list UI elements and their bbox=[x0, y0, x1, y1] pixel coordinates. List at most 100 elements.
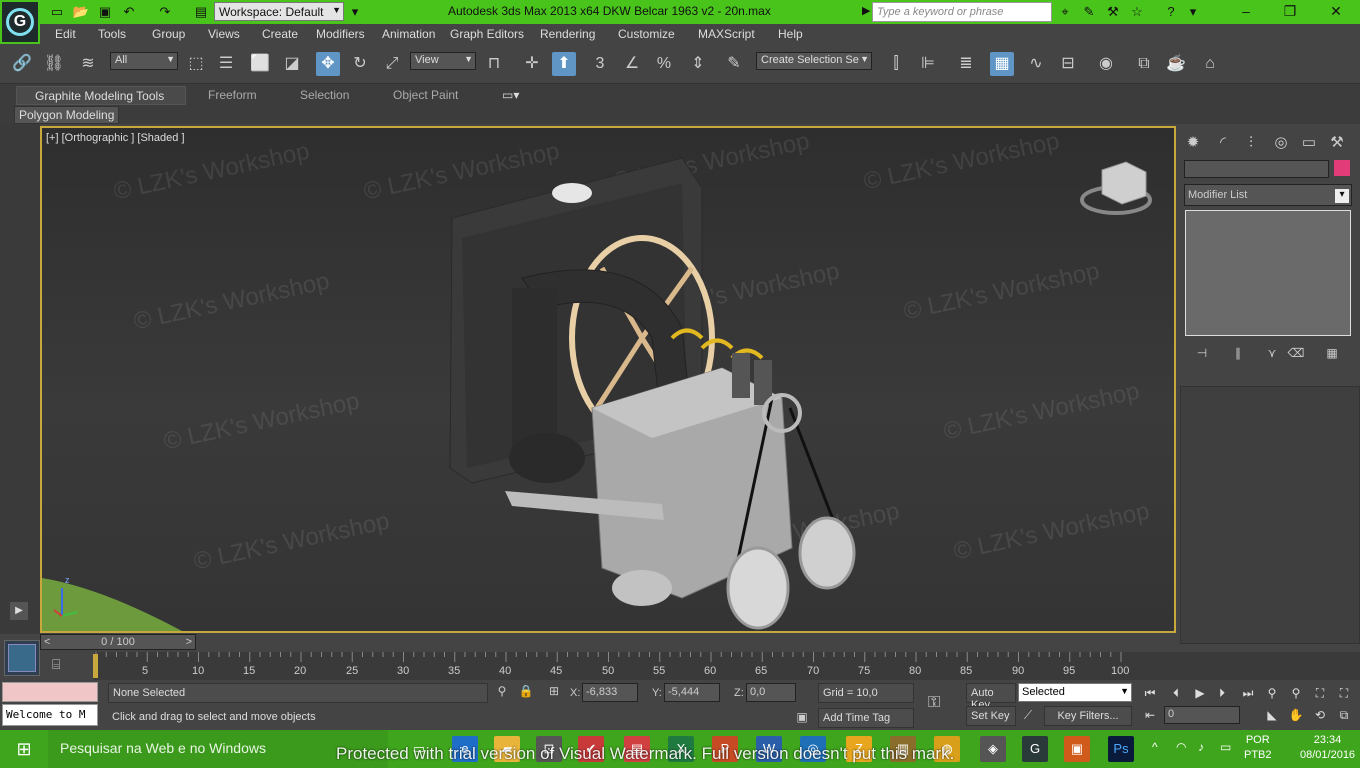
system-clock[interactable]: 23:34 08/01/2016 bbox=[1300, 733, 1355, 763]
pan-view-icon[interactable]: ✋ bbox=[1286, 706, 1306, 724]
graphite-toggle-icon[interactable]: ▦ bbox=[990, 52, 1014, 76]
workspace-dropdown[interactable]: Workspace: Default ▼ bbox=[214, 2, 344, 21]
time-tag-icon[interactable]: ▣ bbox=[794, 710, 810, 726]
network-icon[interactable]: ◠ bbox=[1176, 740, 1186, 754]
notification-icon[interactable]: ▭ bbox=[1220, 740, 1231, 754]
tray-expand-icon[interactable]: ^ bbox=[1152, 740, 1158, 754]
favorites-icon[interactable]: ☆ bbox=[1128, 3, 1146, 20]
mirror-icon[interactable]: ⫿ bbox=[884, 52, 908, 76]
viewport-orthographic[interactable]: [+] [Orthographic ] [Shaded ] © LZK's Wo… bbox=[40, 126, 1176, 633]
ribbon-options-icon[interactable]: ▭▾ bbox=[502, 88, 519, 102]
communication-icon[interactable]: ⚒ bbox=[1104, 3, 1122, 20]
zoom-extents-icon[interactable]: ⛶ bbox=[1310, 684, 1330, 702]
menu-views[interactable]: Views bbox=[208, 27, 240, 41]
percent-snap-icon[interactable]: % bbox=[652, 52, 676, 76]
chevron-right-icon[interactable]: > bbox=[186, 635, 192, 649]
configure-sets-icon[interactable]: ▦ bbox=[1322, 346, 1342, 362]
render-production-icon[interactable]: ⌂ bbox=[1198, 52, 1222, 76]
menu-maxscript[interactable]: MAXScript bbox=[698, 27, 755, 41]
time-cursor[interactable] bbox=[93, 654, 98, 678]
language-indicator[interactable]: POR PTB2 bbox=[1244, 733, 1272, 763]
menu-group[interactable]: Group bbox=[152, 27, 185, 41]
select-and-move-icon[interactable]: ✥ bbox=[316, 52, 340, 76]
qa-dropdown-icon[interactable]: ▾ bbox=[346, 3, 364, 20]
engine-model[interactable]: z bbox=[42, 128, 1174, 631]
rectangular-selection-icon[interactable]: ⬜ bbox=[248, 52, 272, 76]
set-key-button[interactable]: Set Key bbox=[966, 706, 1016, 726]
orbit-icon[interactable]: ⟲ bbox=[1310, 706, 1330, 724]
modify-tab-icon[interactable]: ◜ bbox=[1210, 130, 1236, 156]
window-crossing-icon[interactable]: ◪ bbox=[280, 52, 304, 76]
previous-frame-icon[interactable]: ⏴ bbox=[1166, 684, 1186, 702]
select-object-icon[interactable]: ⬚ bbox=[184, 52, 208, 76]
link-icon[interactable]: 🔗 bbox=[10, 52, 34, 76]
set-key-mode-icon[interactable]: ⚿ bbox=[928, 694, 940, 712]
selection-filter-dropdown[interactable]: All ▼ bbox=[110, 52, 178, 70]
ribbon-panel-polygon-modeling[interactable]: Polygon Modeling bbox=[14, 106, 120, 124]
maxscript-output[interactable]: Welcome to M bbox=[2, 704, 98, 726]
reference-coordinate-dropdown[interactable]: View ▼ bbox=[410, 52, 476, 70]
time-slider[interactable]: < 0 / 100 > bbox=[40, 634, 196, 650]
remove-modifier-icon[interactable]: ⌫ bbox=[1286, 346, 1306, 362]
restore-button[interactable]: ❐ bbox=[1270, 0, 1310, 24]
selection-lock-icon[interactable]: 🔒 bbox=[518, 684, 534, 700]
start-button[interactable]: ⊞ bbox=[0, 730, 48, 768]
menu-graph-editors[interactable]: Graph Editors bbox=[450, 27, 524, 41]
angle-snap-icon[interactable]: ∠ bbox=[620, 52, 644, 76]
material-editor-icon[interactable]: ◉ bbox=[1094, 52, 1118, 76]
utilities-tab-icon[interactable]: ⚒ bbox=[1324, 130, 1350, 156]
current-frame-field[interactable]: 0 bbox=[1164, 706, 1240, 724]
absolute-mode-icon[interactable]: ⊞ bbox=[546, 684, 562, 700]
maximize-viewport-icon[interactable]: ⧉ bbox=[1334, 706, 1354, 724]
undo-icon[interactable]: ↶ bbox=[120, 3, 138, 20]
go-to-end-icon[interactable]: ⏭ bbox=[1238, 684, 1258, 702]
zoom-icon[interactable]: ⚲ bbox=[1262, 684, 1282, 702]
pin-stack-icon[interactable]: ⊣ bbox=[1192, 346, 1212, 362]
new-file-icon[interactable]: ▭ bbox=[48, 3, 66, 20]
select-and-rotate-icon[interactable]: ↻ bbox=[348, 52, 372, 76]
help-icon[interactable]: ? bbox=[1162, 3, 1180, 20]
bind-space-warp-icon[interactable]: ≋ bbox=[76, 52, 100, 76]
unlink-icon[interactable]: ⛓ bbox=[42, 52, 66, 76]
menu-edit[interactable]: Edit bbox=[55, 27, 76, 41]
play-icon[interactable]: ▶ bbox=[1190, 684, 1210, 702]
zoom-extents-all-icon[interactable]: ⛶ bbox=[1334, 684, 1354, 702]
go-to-start-icon[interactable]: ⏮ bbox=[1140, 684, 1160, 702]
timeline-track[interactable]: 5 10 15 20 25 30 35 40 45 50 55 60 65 70… bbox=[94, 652, 1360, 680]
default-tangents-icon[interactable]: ⟋ bbox=[1020, 708, 1036, 724]
layer-manager-icon[interactable]: ≣ bbox=[954, 52, 978, 76]
ribbon-tab-selection[interactable]: Selection bbox=[300, 88, 349, 102]
select-manipulate-icon[interactable]: ✛ bbox=[520, 52, 544, 76]
align-icon[interactable]: ⊫ bbox=[916, 52, 940, 76]
volume-icon[interactable]: ♪ bbox=[1198, 740, 1204, 754]
key-selection-dropdown[interactable]: Selected ▼ bbox=[1018, 683, 1132, 702]
menu-help[interactable]: Help bbox=[778, 27, 803, 41]
menu-modifiers[interactable]: Modifiers bbox=[316, 27, 365, 41]
next-frame-icon[interactable]: ⏵ bbox=[1212, 684, 1232, 702]
named-selection-sets-dropdown[interactable]: Create Selection Se ▼ bbox=[756, 52, 872, 70]
save-icon[interactable]: ▣ bbox=[96, 3, 114, 20]
3dsmax-taskbar-icon[interactable]: G bbox=[1022, 736, 1048, 762]
object-color-swatch[interactable] bbox=[1334, 160, 1350, 176]
menu-create[interactable]: Create bbox=[262, 27, 298, 41]
add-time-tag-button[interactable]: Add Time Tag bbox=[818, 708, 914, 728]
menu-tools[interactable]: Tools bbox=[98, 27, 126, 41]
spinner-snap-icon[interactable]: ⇕ bbox=[686, 52, 710, 76]
make-unique-icon[interactable]: ⋎ bbox=[1262, 346, 1282, 362]
app-icon-7[interactable]: ▣ bbox=[1064, 736, 1090, 762]
key-mode-toggle-icon[interactable]: ⇤ bbox=[1140, 706, 1160, 724]
x-coordinate-field[interactable]: -6,833 bbox=[582, 683, 638, 702]
snaps-toggle-icon[interactable]: 3 bbox=[588, 52, 612, 76]
curve-editor-icon[interactable]: ∿ bbox=[1024, 52, 1048, 76]
hierarchy-tab-icon[interactable]: ⫶ bbox=[1238, 130, 1264, 156]
edit-named-selection-icon[interactable]: ✎ bbox=[722, 52, 746, 76]
field-of-view-icon[interactable]: ◣ bbox=[1262, 706, 1282, 724]
mini-curve-editor-button[interactable] bbox=[4, 640, 40, 676]
minimize-button[interactable]: – bbox=[1226, 0, 1266, 24]
binoculars-icon[interactable]: ⌖ bbox=[1056, 3, 1074, 20]
menu-rendering[interactable]: Rendering bbox=[540, 27, 595, 41]
create-tab-icon[interactable]: ✹ bbox=[1180, 130, 1206, 156]
photoshop-icon[interactable]: Ps bbox=[1108, 736, 1134, 762]
modifier-stack[interactable] bbox=[1185, 210, 1351, 336]
project-folder-icon[interactable]: ▤ bbox=[192, 3, 210, 20]
